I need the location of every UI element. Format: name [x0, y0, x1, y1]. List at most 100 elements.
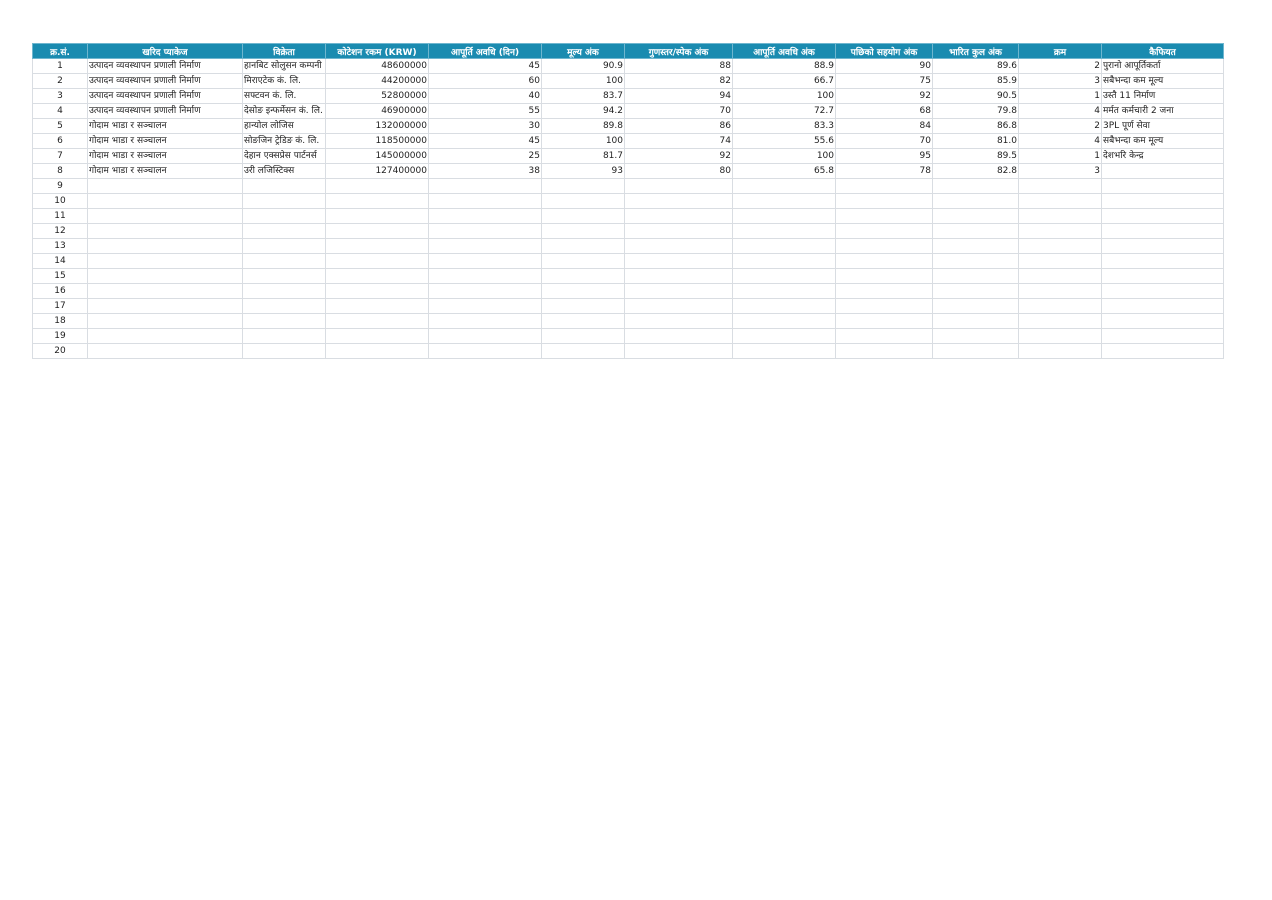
- cell-price-score[interactable]: 94.2: [541, 103, 625, 119]
- cell-supply-period-days[interactable]: [428, 238, 542, 254]
- cell-quality-spec-score[interactable]: 92: [624, 148, 733, 164]
- cell-supply-period-score[interactable]: [732, 238, 836, 254]
- cell-purchase-package[interactable]: [87, 328, 243, 344]
- cell-quotation-amount[interactable]: [325, 253, 429, 269]
- cell-after-support-score[interactable]: [835, 223, 933, 239]
- cell-vendor[interactable]: [242, 283, 326, 299]
- cell-quality-spec-score[interactable]: [624, 328, 733, 344]
- cell-weighted-total-score[interactable]: [932, 298, 1019, 314]
- cell-remarks[interactable]: [1101, 253, 1224, 269]
- cell-purchase-package[interactable]: उत्पादन व्यवस्थापन प्रणाली निर्माण: [87, 103, 243, 119]
- cell-weighted-total-score[interactable]: [932, 253, 1019, 269]
- cell-supply-period-score[interactable]: [732, 298, 836, 314]
- cell-after-support-score[interactable]: 95: [835, 148, 933, 164]
- cell-serial-no[interactable]: 20: [32, 343, 88, 359]
- cell-supply-period-score[interactable]: 65.8: [732, 163, 836, 179]
- cell-supply-period-days[interactable]: [428, 193, 542, 209]
- cell-remarks[interactable]: [1101, 343, 1224, 359]
- cell-supply-period-days[interactable]: 45: [428, 58, 542, 74]
- cell-supply-period-score[interactable]: 66.7: [732, 73, 836, 89]
- cell-remarks[interactable]: [1101, 298, 1224, 314]
- cell-purchase-package[interactable]: [87, 223, 243, 239]
- column-header-remarks[interactable]: कैफियत: [1101, 43, 1224, 59]
- cell-quotation-amount[interactable]: 118500000: [325, 133, 429, 149]
- cell-weighted-total-score[interactable]: [932, 283, 1019, 299]
- cell-serial-no[interactable]: 2: [32, 73, 88, 89]
- cell-quotation-amount[interactable]: [325, 268, 429, 284]
- cell-weighted-total-score[interactable]: [932, 268, 1019, 284]
- cell-weighted-total-score[interactable]: [932, 238, 1019, 254]
- cell-remarks[interactable]: [1101, 193, 1224, 209]
- cell-weighted-total-score[interactable]: [932, 313, 1019, 329]
- cell-supply-period-days[interactable]: [428, 253, 542, 269]
- cell-purchase-package[interactable]: [87, 253, 243, 269]
- cell-supply-period-score[interactable]: [732, 193, 836, 209]
- cell-price-score[interactable]: 100: [541, 73, 625, 89]
- cell-quality-spec-score[interactable]: [624, 178, 733, 194]
- cell-quality-spec-score[interactable]: [624, 343, 733, 359]
- cell-price-score[interactable]: 93: [541, 163, 625, 179]
- cell-after-support-score[interactable]: [835, 313, 933, 329]
- cell-quality-spec-score[interactable]: [624, 208, 733, 224]
- cell-vendor[interactable]: सफ्टवन कं. लि.: [242, 88, 326, 104]
- cell-purchase-package[interactable]: गोदाम भाडा र सञ्चालन: [87, 118, 243, 134]
- cell-price-score[interactable]: [541, 328, 625, 344]
- column-header-quality-spec-score[interactable]: गुणस्तर/स्पेक अंक: [624, 43, 733, 59]
- cell-remarks[interactable]: सबैभन्दा कम मूल्य: [1101, 133, 1224, 149]
- cell-quality-spec-score[interactable]: [624, 238, 733, 254]
- column-header-supply-period-days[interactable]: आपूर्ति अवधि (दिन): [428, 43, 542, 59]
- cell-after-support-score[interactable]: 75: [835, 73, 933, 89]
- cell-quotation-amount[interactable]: [325, 238, 429, 254]
- cell-serial-no[interactable]: 16: [32, 283, 88, 299]
- cell-rank[interactable]: [1018, 313, 1102, 329]
- cell-serial-no[interactable]: 11: [32, 208, 88, 224]
- cell-quotation-amount[interactable]: 46900000: [325, 103, 429, 119]
- cell-vendor[interactable]: [242, 238, 326, 254]
- cell-supply-period-score[interactable]: [732, 313, 836, 329]
- cell-weighted-total-score[interactable]: 82.8: [932, 163, 1019, 179]
- cell-rank[interactable]: [1018, 208, 1102, 224]
- cell-rank[interactable]: [1018, 298, 1102, 314]
- cell-price-score[interactable]: [541, 178, 625, 194]
- cell-serial-no[interactable]: 3: [32, 88, 88, 104]
- cell-price-score[interactable]: [541, 208, 625, 224]
- cell-weighted-total-score[interactable]: 85.9: [932, 73, 1019, 89]
- cell-vendor[interactable]: हान्योल लोजिस: [242, 118, 326, 134]
- cell-remarks[interactable]: [1101, 283, 1224, 299]
- column-header-quotation-amount[interactable]: कोटेशन रकम (KRW): [325, 43, 429, 59]
- cell-supply-period-days[interactable]: 30: [428, 118, 542, 134]
- cell-serial-no[interactable]: 6: [32, 133, 88, 149]
- cell-price-score[interactable]: [541, 253, 625, 269]
- cell-supply-period-days[interactable]: 55: [428, 103, 542, 119]
- cell-after-support-score[interactable]: 92: [835, 88, 933, 104]
- cell-vendor[interactable]: देहान एक्सप्रेस पार्टनर्स: [242, 148, 326, 164]
- cell-serial-no[interactable]: 4: [32, 103, 88, 119]
- cell-remarks[interactable]: देशभरि केन्द्र: [1101, 148, 1224, 164]
- cell-supply-period-days[interactable]: 60: [428, 73, 542, 89]
- cell-quotation-amount[interactable]: 132000000: [325, 118, 429, 134]
- column-header-weighted-total-score[interactable]: भारित कुल अंक: [932, 43, 1019, 59]
- cell-quotation-amount[interactable]: [325, 313, 429, 329]
- cell-remarks[interactable]: [1101, 313, 1224, 329]
- cell-supply-period-score[interactable]: 72.7: [732, 103, 836, 119]
- cell-purchase-package[interactable]: [87, 283, 243, 299]
- cell-quality-spec-score[interactable]: [624, 313, 733, 329]
- cell-vendor[interactable]: [242, 298, 326, 314]
- cell-quality-spec-score[interactable]: 94: [624, 88, 733, 104]
- cell-price-score[interactable]: 100: [541, 133, 625, 149]
- cell-price-score[interactable]: 81.7: [541, 148, 625, 164]
- cell-purchase-package[interactable]: गोदाम भाडा र सञ्चालन: [87, 148, 243, 164]
- cell-supply-period-days[interactable]: 38: [428, 163, 542, 179]
- cell-supply-period-score[interactable]: 88.9: [732, 58, 836, 74]
- cell-after-support-score[interactable]: 68: [835, 103, 933, 119]
- cell-supply-period-days[interactable]: [428, 178, 542, 194]
- cell-supply-period-days[interactable]: 40: [428, 88, 542, 104]
- cell-supply-period-days[interactable]: [428, 223, 542, 239]
- cell-supply-period-days[interactable]: 25: [428, 148, 542, 164]
- cell-price-score[interactable]: [541, 313, 625, 329]
- cell-vendor[interactable]: [242, 268, 326, 284]
- cell-purchase-package[interactable]: [87, 268, 243, 284]
- cell-rank[interactable]: [1018, 253, 1102, 269]
- cell-quality-spec-score[interactable]: 88: [624, 58, 733, 74]
- cell-supply-period-score[interactable]: 55.6: [732, 133, 836, 149]
